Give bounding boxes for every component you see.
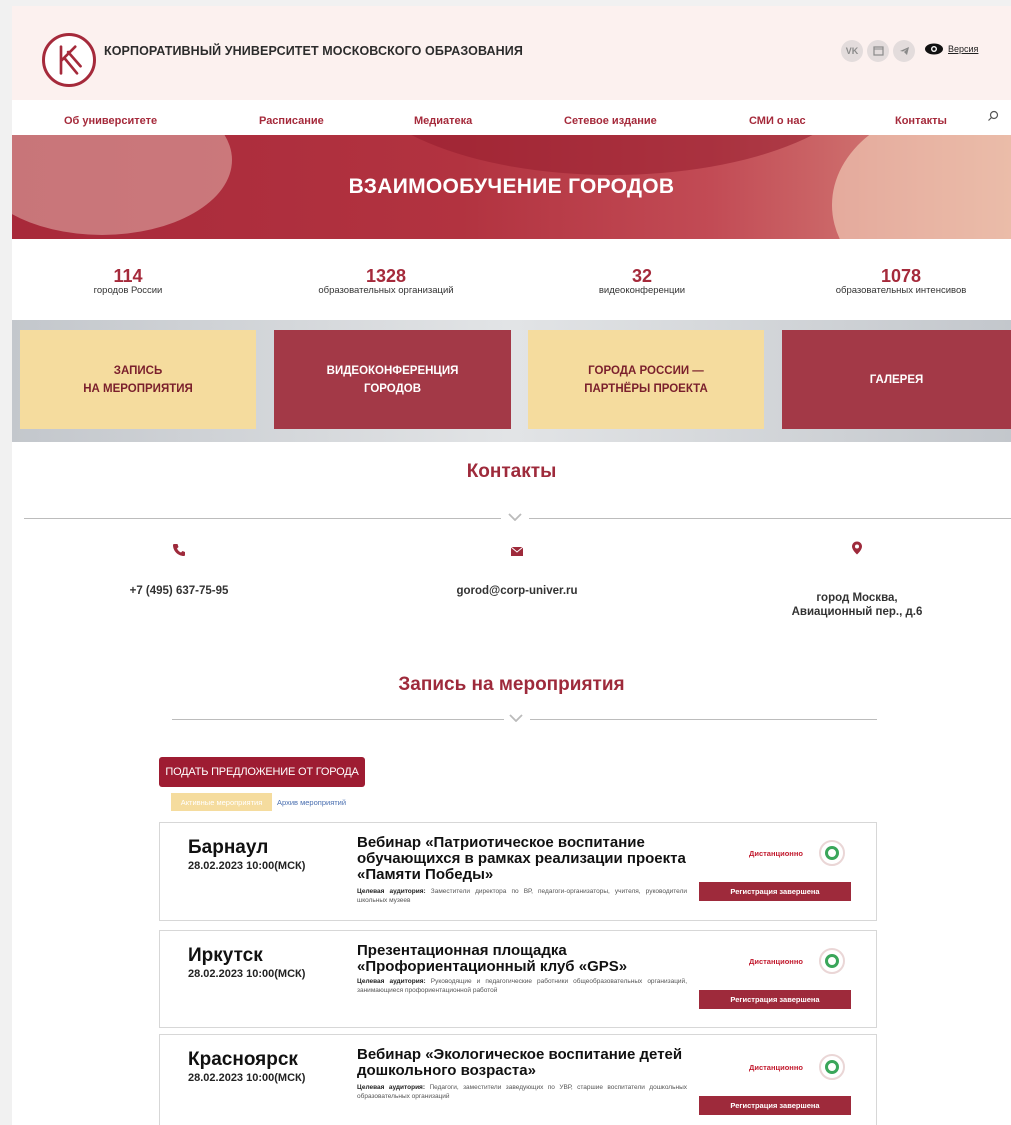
site-title[interactable]: КОРПОРАТИВНЫЙ УНИВЕРСИТЕТ МОСКОВСКОГО ОБ… — [104, 44, 523, 58]
stat-label: образовательных интенсивов — [835, 285, 967, 296]
nav-item-press[interactable]: СМИ о нас — [749, 115, 806, 127]
tile-partner-cities[interactable]: ГОРОДА РОССИИ — ПАРТНЁРЫ ПРОЕКТА — [528, 330, 764, 429]
audience-label: Целевая аудитория: — [357, 978, 426, 985]
registration-closed-button[interactable]: Регистрация завершена — [699, 882, 851, 901]
propose-event-button[interactable]: ПОДАТЬ ПРЕДЛОЖЕНИЕ ОТ ГОРОДА — [159, 757, 365, 787]
audience-label: Целевая аудитория: — [357, 888, 426, 895]
chevron-down-icon — [509, 714, 523, 722]
event-audience: Целевая аудитория: Заместители директора… — [357, 887, 687, 905]
status-indicator-icon — [819, 948, 845, 974]
event-mode: Дистанционно — [749, 957, 803, 966]
tab-active-events[interactable]: Активные мероприятия — [171, 793, 272, 811]
registration-closed-button[interactable]: Регистрация завершена — [699, 1096, 851, 1115]
status-indicator-icon — [819, 840, 845, 866]
nav-item-contacts[interactable]: Контакты — [895, 115, 947, 127]
eye-icon — [925, 43, 943, 55]
stats-row: 114 городов России 1328 образовательных … — [12, 239, 1011, 320]
vk-icon[interactable]: VK — [841, 40, 863, 62]
stat-intensives: 1078 образовательных интенсивов — [791, 267, 1011, 297]
nav-item-network-edition[interactable]: Сетевое издание — [564, 115, 657, 127]
contact-address-line1: город Москва, — [816, 592, 898, 604]
events-heading: Запись на мероприятия — [398, 674, 625, 695]
main-nav: Об университете Расписание Медиатека Сет… — [12, 100, 1011, 135]
registration-closed-button[interactable]: Регистрация завершена — [699, 990, 851, 1009]
event-card[interactable]: Иркутск 28.02.2023 10:00(МСК) Презентаци… — [159, 930, 877, 1028]
hero-banner: ВЗАИМООБУЧЕНИЕ ГОРОДОВ — [12, 135, 1011, 239]
event-mode: Дистанционно — [749, 849, 803, 858]
audience-label: Целевая аудитория: — [357, 1084, 426, 1091]
version-label: Версия — [948, 44, 979, 54]
chevron-down-icon — [508, 513, 522, 521]
stat-value: 32 — [631, 266, 653, 286]
stat-value: 1078 — [880, 266, 922, 286]
event-audience: Целевая аудитория: Педагоги, заместители… — [357, 1083, 687, 1101]
event-card[interactable]: Красноярск 28.02.2023 10:00(МСК) Вебинар… — [159, 1034, 877, 1125]
phone-icon — [173, 544, 185, 556]
tile-gallery[interactable]: ГАЛЕРЕЯ — [782, 330, 1011, 429]
status-indicator-icon — [819, 1054, 845, 1080]
envelope-icon — [510, 546, 524, 556]
banner-decoration — [352, 135, 872, 175]
site-header: КОРПОРАТИВНЫЙ УНИВЕРСИТЕТ МОСКОВСКОГО ОБ… — [12, 6, 1011, 100]
event-audience: Целевая аудитория: Руководящие и педагог… — [357, 977, 687, 995]
event-title[interactable]: Презентационная площадка «Профориентацио… — [357, 943, 687, 975]
tile-videoconference[interactable]: ВИДЕОКОНФЕРЕНЦИЯ ГОРОДОВ — [274, 330, 511, 429]
stat-organizations: 1328 образовательных организаций — [276, 267, 496, 297]
event-city: Красноярск — [188, 1049, 298, 1070]
page: КОРПОРАТИВНЫЙ УНИВЕРСИТЕТ МОСКОВСКОГО ОБ… — [12, 6, 1011, 1125]
nav-item-schedule[interactable]: Расписание — [259, 115, 324, 127]
stat-value: 114 — [113, 266, 143, 286]
accessibility-version-link[interactable]: Версия — [924, 43, 978, 55]
event-date: 28.02.2023 10:00(МСК) — [188, 860, 306, 872]
contacts-heading: Контакты — [466, 461, 557, 482]
divider — [172, 719, 504, 720]
telegram-icon[interactable] — [893, 40, 915, 62]
event-title[interactable]: Вебинар «Экологическое воспитание детей … — [357, 1047, 687, 1079]
divider — [529, 518, 1011, 519]
stat-value: 1328 — [365, 266, 407, 286]
page-title: ВЗАИМООБУЧЕНИЕ ГОРОДОВ — [348, 175, 675, 198]
event-title[interactable]: Вебинар «Патриотическое воспитание обуча… — [357, 835, 687, 883]
stat-label: городов России — [93, 285, 163, 296]
divider — [530, 719, 877, 720]
event-date: 28.02.2023 10:00(МСК) — [188, 968, 306, 980]
event-city: Барнаул — [188, 837, 269, 858]
stat-cities: 114 городов России — [18, 267, 238, 297]
tile-event-registration[interactable]: ЗАПИСЬ НА МЕРОПРИЯТИЯ — [20, 330, 256, 429]
stat-label: видеоконференции — [598, 285, 686, 296]
search-icon[interactable] — [987, 110, 999, 122]
divider — [24, 518, 501, 519]
stat-videoconferences: 32 видеоконференции — [532, 267, 752, 297]
contact-address-line2: Авиационный пер., д.6 — [791, 606, 923, 618]
stat-label: образовательных организаций — [318, 285, 454, 296]
event-date: 28.02.2023 10:00(МСК) — [188, 1072, 306, 1084]
quick-links: ЗАПИСЬ НА МЕРОПРИЯТИЯ ВИДЕОКОНФЕРЕНЦИЯ Г… — [12, 320, 1011, 442]
contact-phone[interactable]: +7 (495) 637-75-95 — [79, 584, 279, 598]
event-card[interactable]: Барнаул 28.02.2023 10:00(МСК) Вебинар «П… — [159, 822, 877, 921]
university-logo[interactable] — [42, 33, 96, 87]
contact-email[interactable]: gorod@corp-univer.ru — [417, 584, 617, 598]
event-mode: Дистанционно — [749, 1063, 803, 1072]
nav-item-media[interactable]: Медиатека — [414, 115, 472, 127]
event-city: Иркутск — [188, 945, 263, 966]
nav-item-about[interactable]: Об университете — [64, 115, 157, 127]
tab-archive-events[interactable]: Архив мероприятий — [274, 793, 346, 811]
location-pin-icon — [852, 541, 862, 555]
window-icon[interactable] — [867, 40, 889, 62]
social-links: VK — [841, 40, 915, 62]
